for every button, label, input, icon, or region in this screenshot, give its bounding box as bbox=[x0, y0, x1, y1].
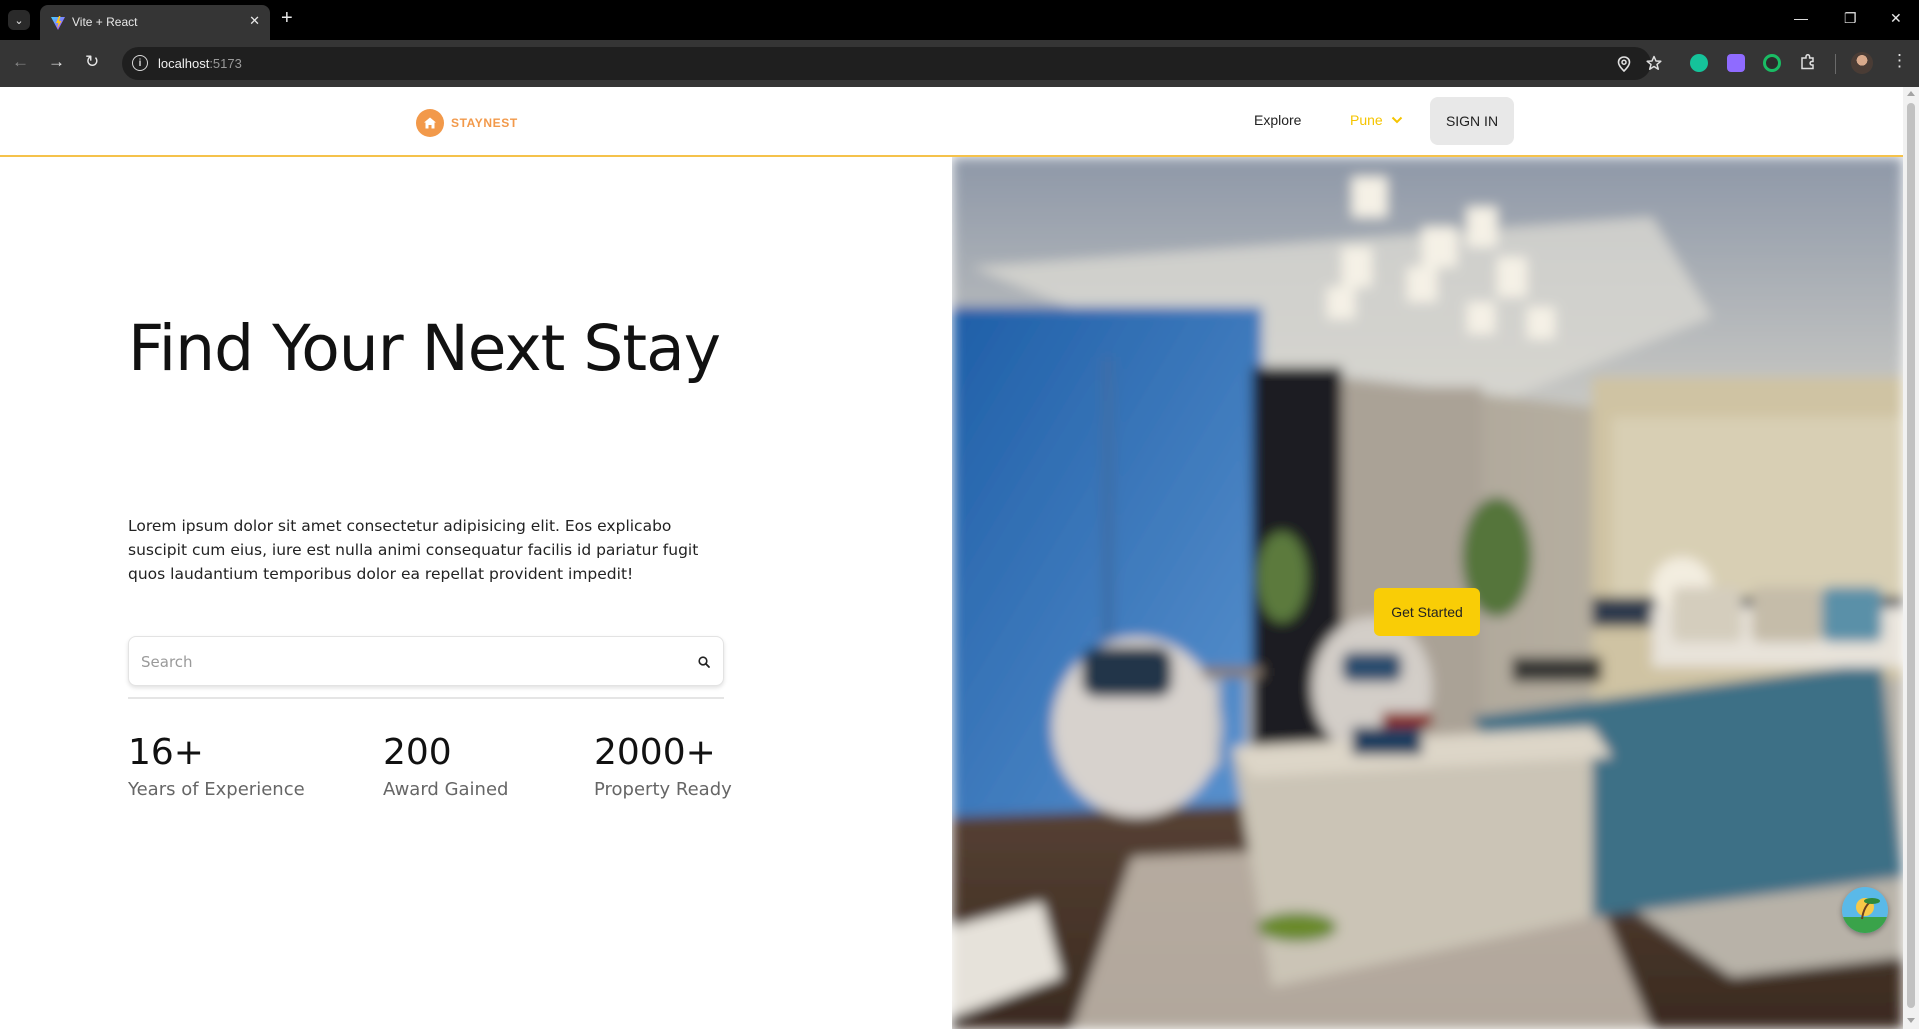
grammarly-icon[interactable] bbox=[1690, 54, 1708, 72]
page-scrollbar[interactable] bbox=[1903, 87, 1919, 1029]
tab-search-icon[interactable]: ⌄ bbox=[8, 10, 30, 30]
restore-icon[interactable]: ❐ bbox=[1844, 8, 1857, 28]
sign-in-button[interactable]: SIGN IN bbox=[1430, 97, 1514, 145]
chevron-down-icon bbox=[1391, 116, 1402, 124]
city-label: Pune bbox=[1350, 112, 1383, 128]
window-close-icon[interactable]: ✕ bbox=[1890, 8, 1902, 28]
minimize-icon[interactable]: — bbox=[1794, 8, 1808, 28]
search-input[interactable] bbox=[141, 649, 681, 675]
more-icon[interactable]: ⋮ bbox=[1891, 51, 1908, 71]
stat-value: 16+ bbox=[128, 732, 204, 773]
avatar[interactable] bbox=[1851, 52, 1873, 74]
stat-awards: 200 Award Gained bbox=[383, 732, 508, 800]
city-selector[interactable]: Pune bbox=[1350, 112, 1403, 128]
scroll-thumb[interactable] bbox=[1907, 103, 1915, 1008]
browser-tab-bar: ⌄ Vite + React ✕ + — ❐ ✕ bbox=[0, 0, 1919, 40]
hero-title: Find Your Next Stay bbox=[128, 312, 721, 385]
stat-experience: 16+ Years of Experience bbox=[128, 732, 305, 800]
star-icon[interactable] bbox=[1646, 55, 1662, 71]
vite-favicon bbox=[51, 16, 65, 30]
extension-icon[interactable] bbox=[1763, 54, 1781, 72]
browser-toolbar: ← → ↻ i localhost:5173 ⋮ bbox=[0, 40, 1919, 87]
tab-title: Vite + React bbox=[72, 15, 138, 29]
divider bbox=[128, 697, 724, 699]
floating-app-badge[interactable] bbox=[1842, 887, 1888, 933]
hero-content: Find Your Next Stay Lorem ipsum dolor si… bbox=[0, 157, 952, 1029]
home-icon bbox=[416, 109, 444, 137]
plus-icon[interactable]: + bbox=[281, 8, 293, 28]
stat-label: Years of Experience bbox=[128, 779, 305, 800]
scroll-up-icon[interactable] bbox=[1907, 91, 1915, 96]
stat-label: Award Gained bbox=[383, 779, 509, 800]
back-arrow-icon[interactable]: ← bbox=[12, 52, 29, 72]
logo-text: STAYNEST bbox=[451, 116, 518, 130]
location-icon[interactable] bbox=[1617, 56, 1631, 72]
extension-icon[interactable] bbox=[1727, 54, 1745, 72]
stat-properties: 2000+ Property Ready bbox=[594, 732, 732, 800]
close-icon[interactable]: ✕ bbox=[249, 13, 260, 29]
search-box bbox=[128, 636, 724, 686]
puzzle-icon[interactable] bbox=[1799, 53, 1817, 71]
forward-arrow-icon[interactable]: → bbox=[48, 52, 65, 72]
url-text: localhost:5173 bbox=[158, 56, 242, 71]
nav-explore-link[interactable]: Explore bbox=[1254, 112, 1301, 128]
logo[interactable]: STAYNEST bbox=[416, 109, 518, 137]
reload-icon[interactable]: ↻ bbox=[85, 52, 99, 72]
toolbar-separator bbox=[1835, 54, 1836, 74]
stat-value: 2000+ bbox=[594, 732, 716, 773]
browser-tab[interactable]: Vite + React ✕ bbox=[40, 5, 270, 40]
search-icon[interactable] bbox=[697, 655, 711, 669]
stat-value: 200 bbox=[383, 732, 452, 773]
scroll-down-icon[interactable] bbox=[1907, 1018, 1915, 1023]
address-bar[interactable]: i localhost:5173 bbox=[122, 47, 1662, 80]
stat-label: Property Ready bbox=[594, 779, 732, 800]
site-info-icon[interactable]: i bbox=[132, 55, 148, 71]
page-viewport: STAYNEST Explore Pune SIGN IN Find Your … bbox=[0, 87, 1903, 1029]
site-navbar: STAYNEST Explore Pune SIGN IN bbox=[0, 87, 1903, 157]
hero-description: Lorem ipsum dolor sit amet consectetur a… bbox=[128, 517, 699, 583]
get-started-button[interactable]: Get Started bbox=[1374, 588, 1480, 636]
